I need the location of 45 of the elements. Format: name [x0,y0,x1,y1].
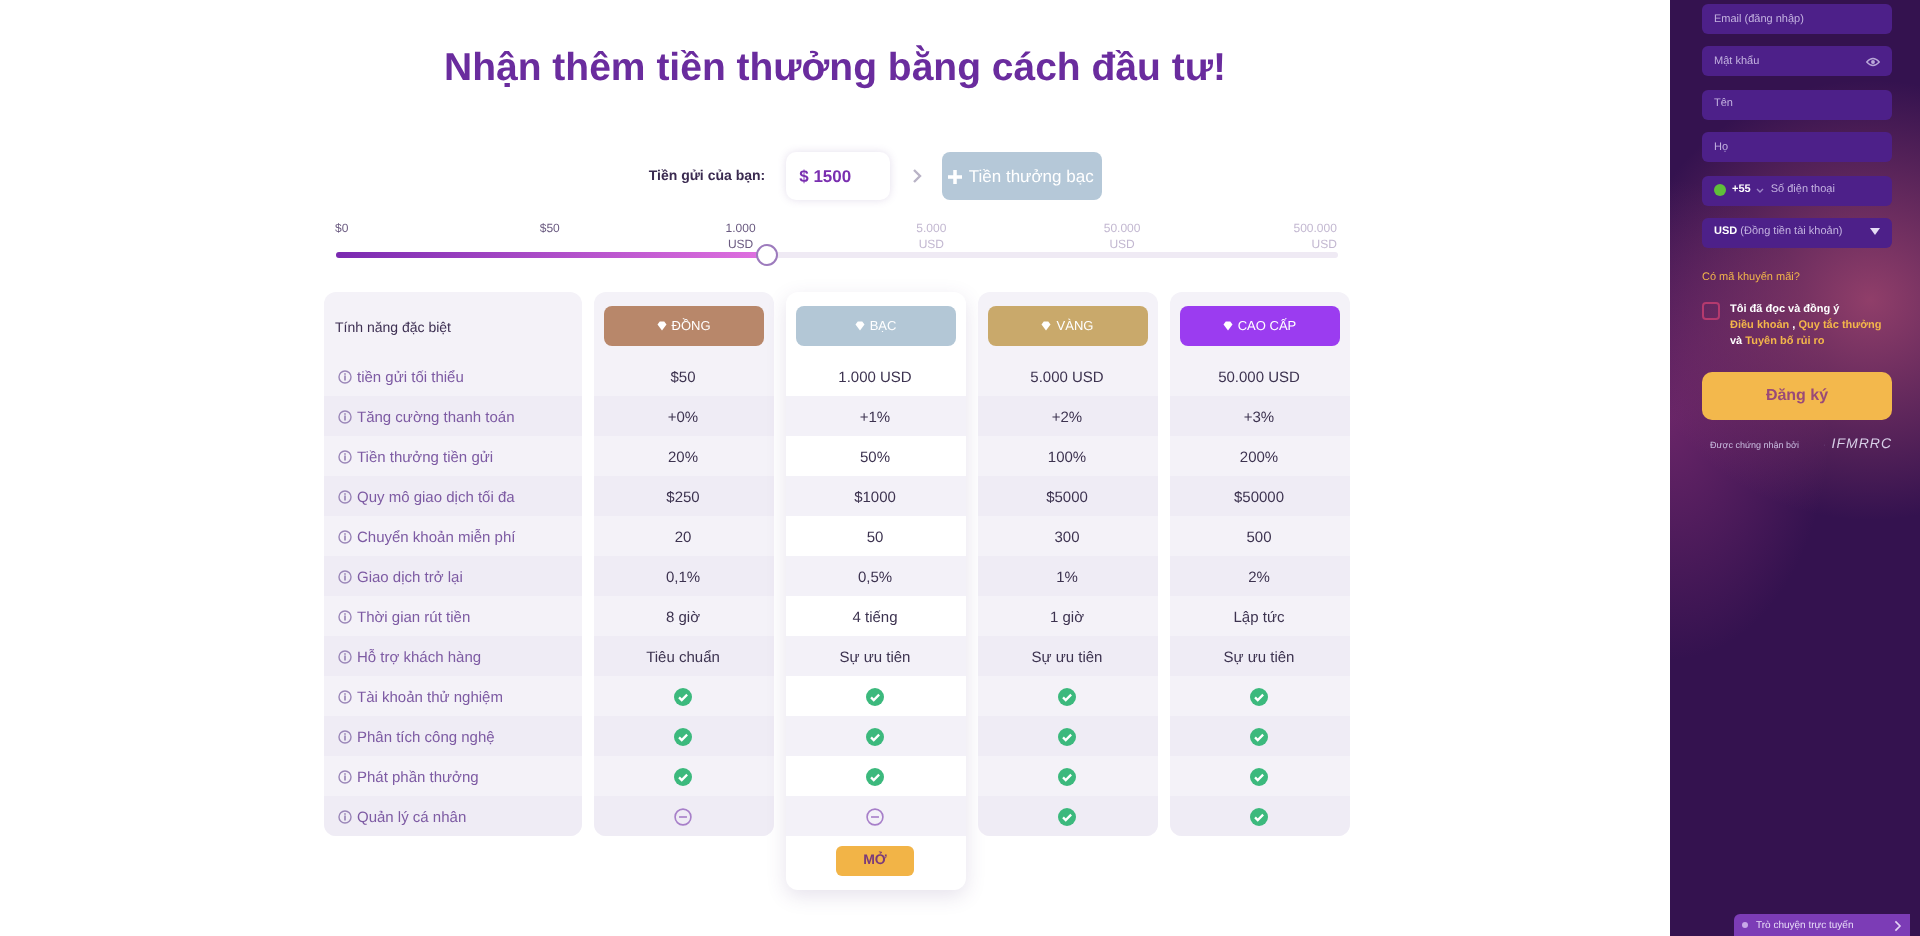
plus-icon [948,169,963,183]
info-icon[interactable] [337,529,351,543]
caret-down-icon [1870,228,1880,237]
info-icon[interactable] [337,689,351,703]
page-title: Nhận thêm tiền thưởng bằng cách đầu tư! [444,44,1226,92]
flag-icon [1714,184,1726,197]
deposit-field[interactable]: $ 1500 [785,152,890,200]
consent-checkbox[interactable] [1702,301,1720,320]
check-icon [674,727,692,745]
info-icon[interactable] [337,449,351,463]
check-icon [866,767,884,785]
check-icon [1250,687,1268,705]
info-icon[interactable] [337,489,351,503]
check-icon [674,767,692,785]
info-icon[interactable] [337,729,351,743]
register-button[interactable]: Đăng ký [1702,371,1892,420]
check-icon [1058,767,1076,785]
info-icon[interactable] [337,769,351,783]
info-icon[interactable] [337,649,351,663]
slider-thumb[interactable] [755,244,778,266]
chevron-down-icon [1756,187,1765,194]
check-icon [1058,727,1076,745]
info-icon[interactable] [337,409,351,423]
check-icon [674,687,692,705]
info-icon[interactable] [337,369,351,383]
info-icon[interactable] [337,809,351,823]
info-icon[interactable] [337,569,351,583]
check-icon [1250,727,1268,745]
minus-icon [866,807,884,825]
check-icon [1058,687,1076,705]
dot-icon [1742,922,1748,928]
gem-icon [1221,320,1234,332]
gem-icon [1040,320,1053,332]
chevron-right-icon [1894,919,1902,931]
check-icon [1250,807,1268,825]
info-icon[interactable] [337,609,351,623]
gem-icon [853,320,866,332]
chevron-right-icon [911,168,924,184]
minus-icon [674,807,692,825]
check-icon [1058,807,1076,825]
gem-icon [655,320,668,332]
eye-icon[interactable] [1866,55,1880,68]
check-icon [866,727,884,745]
check-icon [1250,767,1268,785]
check-icon [866,687,884,705]
